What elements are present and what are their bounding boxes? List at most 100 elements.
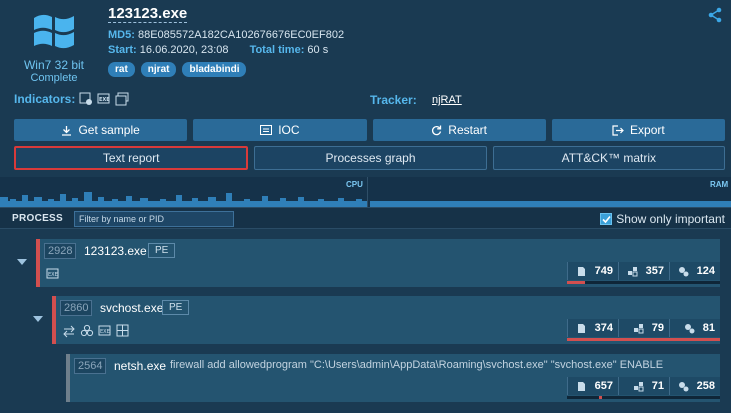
process-toolbar: PROCESS Filter by name or PID Show only …: [0, 207, 731, 229]
ioc-icon: [260, 125, 273, 135]
download-icon: [62, 125, 72, 136]
total-time-value: 60 s: [307, 44, 329, 56]
resource-graph: CPU RAM: [0, 177, 731, 207]
get-sample-label: Get sample: [78, 123, 140, 137]
view-toolbar: Text report Processes graph ATT&CK™ matr…: [14, 146, 725, 170]
registry-count: 357: [645, 265, 664, 277]
file-icon: [577, 323, 585, 333]
registry-count: 71: [651, 380, 664, 392]
os-name: Win7 32 bit: [23, 58, 85, 72]
process-pid: 2564: [74, 358, 107, 374]
get-sample-button[interactable]: Get sample: [14, 119, 188, 141]
windows-logo-icon: [34, 14, 74, 49]
executable-indicator-icon[interactable]: EXE: [97, 92, 111, 106]
registry-icon: [633, 323, 644, 333]
tracker-link[interactable]: njRAT: [432, 94, 462, 106]
total-time-label: Total time:: [249, 44, 305, 56]
files-metric[interactable]: 657: [567, 377, 618, 395]
md5-row: MD5: 88E085572A182CA102676676EC0EF802: [108, 29, 344, 41]
checkmark-icon: [602, 215, 611, 223]
graph-divider: [367, 177, 368, 207]
start-row: Start: 16.06.2020, 23:08 Total time: 60 …: [108, 44, 328, 56]
process-pid: 2860: [60, 300, 93, 316]
executable-icon: EXE: [46, 268, 59, 279]
process-command-line: firewall add allowedprogram "C:\Users\ad…: [170, 359, 664, 371]
share-icon[interactable]: [707, 7, 723, 23]
files-metric[interactable]: 374: [567, 319, 618, 337]
network-arrows-icon: [63, 325, 75, 338]
text-report-button[interactable]: Text report: [14, 146, 249, 170]
ioc-button[interactable]: IOC: [193, 119, 367, 141]
show-important-toggle[interactable]: Show only important: [600, 212, 725, 226]
process-metrics: 657 71 258: [567, 377, 720, 395]
show-important-checkbox[interactable]: [600, 213, 613, 225]
restart-label: Restart: [448, 123, 487, 137]
md5-value: 88E085572A182CA102676676EC0EF802: [137, 29, 345, 41]
tag-bladabindi[interactable]: bladabindi: [182, 62, 247, 77]
tag-rat[interactable]: rat: [108, 62, 135, 77]
indicators-label: Indicators:: [14, 92, 76, 106]
indicators: Indicators: EXE: [14, 92, 129, 106]
gear-icon: [684, 323, 695, 333]
gear-icon: [678, 266, 689, 276]
window-indicator-icon[interactable]: [115, 92, 129, 106]
export-icon: [612, 124, 624, 136]
activity-fill: [599, 396, 602, 399]
pe-badge: PE: [148, 243, 176, 258]
process-row[interactable]: 2928 123123.exe PE EXE 749 357 124: [36, 239, 720, 287]
activity-fill: [567, 281, 585, 284]
registry-icon: [633, 381, 644, 391]
process-title: PROCESS: [12, 213, 64, 224]
registry-metric[interactable]: 357: [618, 262, 669, 280]
process-icons: EXE: [46, 267, 60, 281]
expand-arrow-icon[interactable]: [33, 316, 43, 322]
svg-text:EXE: EXE: [99, 97, 110, 103]
export-label: Export: [630, 123, 665, 137]
process-filter-input[interactable]: Filter by name or PID: [74, 211, 234, 227]
modules-count: 258: [696, 380, 715, 392]
processes-graph-button[interactable]: Processes graph: [254, 146, 487, 170]
process-name: netsh.exe: [114, 359, 167, 373]
tag-njrat[interactable]: njrat: [140, 62, 177, 77]
ioc-label: IOC: [278, 123, 300, 137]
files-count: 749: [594, 265, 613, 277]
modules-metric[interactable]: 258: [669, 377, 720, 395]
activity-fill: [567, 338, 720, 341]
task-status: Complete: [30, 72, 78, 84]
start-value: 16.06.2020, 23:08: [139, 44, 229, 56]
registry-metric[interactable]: 71: [618, 377, 669, 395]
file-icon: [577, 266, 585, 276]
task-header: Win7 32 bit Complete 123123.exe MD5: 88E…: [0, 0, 731, 92]
files-count: 374: [594, 322, 613, 334]
modules-metric[interactable]: 81: [669, 319, 720, 337]
files-count: 657: [594, 380, 613, 392]
svg-text:EXE: EXE: [100, 329, 110, 335]
file-icon: [577, 381, 585, 391]
expand-arrow-icon[interactable]: [17, 259, 27, 265]
registry-icon: [627, 266, 638, 276]
process-row[interactable]: 2860 svchost.exe PE EXE 374 79 81: [52, 296, 720, 344]
md5-label: MD5:: [108, 29, 135, 41]
action-toolbar: Get sample IOC Restart Export: [14, 119, 725, 141]
modules-count: 124: [696, 265, 715, 277]
tracker-label: Tracker:: [370, 93, 417, 107]
network-indicator-icon[interactable]: [79, 92, 93, 106]
file-name-link[interactable]: 123123.exe: [108, 5, 188, 23]
process-icons: EXE: [62, 324, 130, 338]
modules-metric[interactable]: 124: [669, 262, 720, 280]
executable-icon: EXE: [98, 325, 111, 336]
activity-bar: [567, 338, 720, 341]
process-name: svchost.exe: [100, 301, 164, 315]
restart-icon: [432, 125, 442, 135]
attack-matrix-button[interactable]: ATT&CK™ matrix: [492, 146, 725, 170]
restart-button[interactable]: Restart: [372, 119, 546, 141]
files-metric[interactable]: 749: [567, 262, 618, 280]
export-button[interactable]: Export: [551, 119, 725, 141]
activity-bar: [567, 396, 720, 399]
show-important-label: Show only important: [616, 212, 725, 226]
registry-metric[interactable]: 79: [618, 319, 669, 337]
registry-count: 79: [651, 322, 664, 334]
process-row[interactable]: 2564 netsh.exe firewall add allowedprogr…: [66, 354, 720, 402]
process-metrics: 749 357 124: [567, 262, 720, 280]
network-grid-icon: [116, 324, 129, 337]
